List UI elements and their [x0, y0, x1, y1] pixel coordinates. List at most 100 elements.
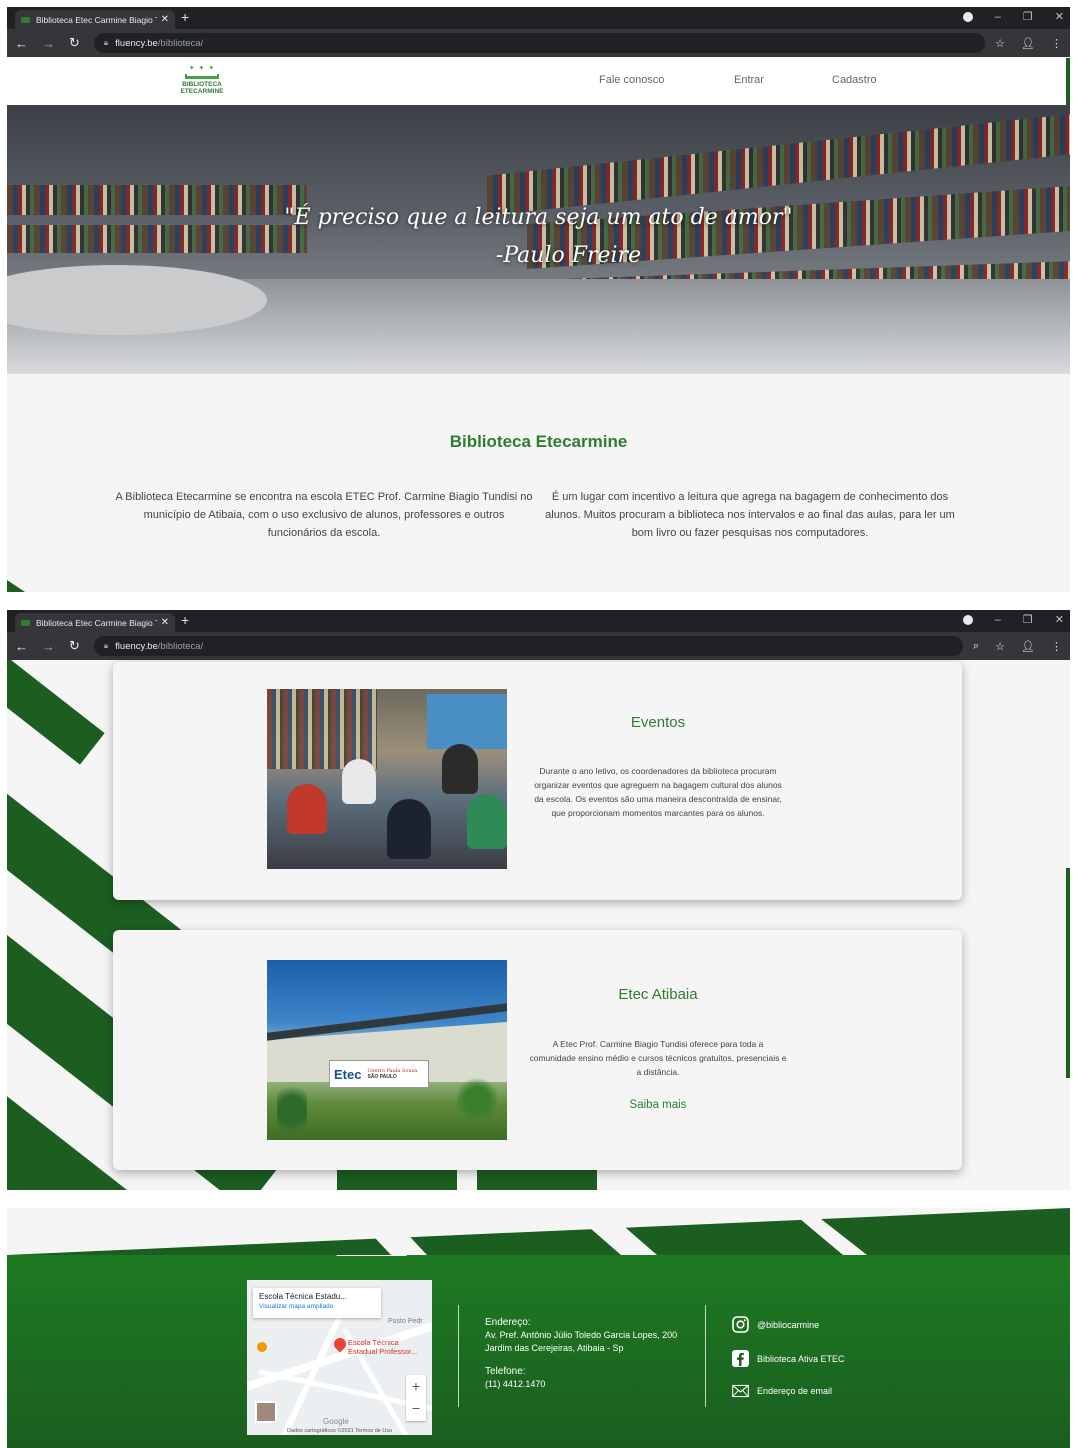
- address-label: Endereço:: [485, 1317, 531, 1328]
- logo-stars-icon: ✦ ✦ ✦: [188, 65, 216, 72]
- maximize-icon[interactable]: ❐: [1023, 613, 1033, 626]
- nav-entrar[interactable]: Entrar: [734, 74, 764, 86]
- street-view-thumbnail[interactable]: [255, 1401, 277, 1423]
- instagram-link[interactable]: @bibliocarmine: [732, 1316, 819, 1333]
- person-image: [442, 744, 478, 794]
- tab-title: Biblioteca Etec Carmine Biagio T: [36, 14, 157, 25]
- facebook-link[interactable]: Biblioteca Ativa ETEC: [732, 1350, 845, 1367]
- minimize-icon[interactable]: –: [995, 614, 1001, 626]
- card-eventos-title: Eventos: [630, 714, 686, 731]
- menu-dots-icon[interactable]: ⋮: [1051, 37, 1062, 50]
- search-icon[interactable]: ⌕: [973, 640, 979, 653]
- card-etec-text: A Etec Prof. Carmine Biagio Tundisi ofer…: [529, 1039, 787, 1077]
- map-enlarge-link[interactable]: Visualizar mapa ampliado: [259, 1303, 375, 1310]
- google-logo: Google: [323, 1417, 349, 1426]
- nav-cadastro[interactable]: Cadastro: [832, 74, 877, 86]
- decorative-triangle: [7, 580, 25, 592]
- new-tab-icon[interactable]: +: [181, 9, 189, 25]
- instagram-icon: [732, 1316, 749, 1333]
- screenshot-top: Biblioteca Etec Carmine Biagio T ✕ + – ❐…: [7, 7, 1070, 592]
- account-icon[interactable]: 👤︎: [1021, 37, 1035, 50]
- hero-banner: "É preciso que a leitura seja um ato de …: [7, 105, 1070, 374]
- footer-divider: [458, 1305, 459, 1407]
- reload-icon[interactable]: ↻: [69, 638, 80, 654]
- close-tab-icon[interactable]: ✕: [161, 617, 169, 628]
- browser-toolbar: ← → ↻ 🔒︎ fluency.be/biblioteca/ ☆ 👤︎ ⋮: [7, 29, 1070, 57]
- restaurant-pin-icon: [257, 1342, 267, 1352]
- reload-icon[interactable]: ↻: [69, 35, 80, 51]
- palm-tree-image: [277, 1080, 307, 1140]
- footer-address: Endereço: Av. Pref. Antônio Júlio Toledo…: [485, 1316, 677, 1391]
- new-tab-icon[interactable]: +: [181, 612, 189, 628]
- etec-building-photo: Etec Centro Paula Souza SÃO PAULO: [267, 960, 507, 1140]
- maximize-icon[interactable]: ❐: [1023, 10, 1033, 23]
- etec-sign: Etec Centro Paula Souza SÃO PAULO: [329, 1060, 429, 1088]
- email-text: Endereço de email: [757, 1385, 833, 1396]
- url-host: fluency.be: [115, 640, 158, 652]
- forward-icon[interactable]: →: [42, 36, 55, 51]
- lock-icon: 🔒︎: [103, 641, 109, 650]
- person-image: [342, 759, 376, 804]
- menu-dots-icon[interactable]: ⋮: [1051, 640, 1062, 653]
- bookshelf-image: [267, 689, 377, 769]
- etec-sign-state: SÃO PAULO: [367, 1074, 397, 1080]
- hero-quote-author: -Paulo Freire: [495, 243, 642, 268]
- star-icon[interactable]: ☆: [995, 640, 1005, 653]
- window-controls: – ❐ ✕: [962, 613, 1064, 626]
- google-map[interactable]: Escola Técnica Estadu... Visualizar mapa…: [247, 1280, 432, 1435]
- lock-icon: 🔒︎: [103, 38, 109, 47]
- map-pin-label-line2: Estadual Professor...: [348, 1347, 418, 1356]
- phone-label: Telefone:: [485, 1366, 526, 1377]
- address-line1: Av. Pref. Antônio Júlio Toledo Garcia Lo…: [485, 1330, 678, 1340]
- logo-text-2: ETECARMINE: [180, 88, 224, 95]
- about-text-left: A Biblioteca Etecarmine se encontra na e…: [115, 491, 533, 539]
- zoom-out-button[interactable]: −: [406, 1397, 426, 1419]
- close-tab-icon[interactable]: ✕: [161, 14, 169, 25]
- facebook-icon: [732, 1350, 749, 1367]
- address-bar[interactable]: 🔒︎ fluency.be/biblioteca/: [93, 33, 986, 53]
- nav-fale-conosco[interactable]: Fale conosco: [599, 74, 664, 86]
- browser-tab[interactable]: Biblioteca Etec Carmine Biagio T ✕: [15, 10, 175, 29]
- card-eventos: Eventos Durante o ano letivo, os coorden…: [113, 662, 962, 900]
- map-pin-label: Escola Técnica Estadual Professor...: [348, 1338, 417, 1356]
- phone-number: (11) 4412.1470: [485, 1379, 546, 1389]
- person-image: [467, 794, 507, 849]
- forward-icon[interactable]: →: [42, 639, 55, 654]
- map-attribution[interactable]: Dados cartográficos ©2021 Termos de Uso: [287, 1428, 392, 1434]
- back-icon[interactable]: ←: [15, 36, 28, 51]
- url-path: /biblioteca/: [157, 640, 204, 652]
- profile-icon[interactable]: [962, 11, 973, 22]
- zoom-in-button[interactable]: +: [406, 1375, 426, 1397]
- back-icon[interactable]: ←: [15, 639, 28, 654]
- browser-tab[interactable]: Biblioteca Etec Carmine Biagio T ✕: [15, 613, 175, 632]
- instagram-handle: @bibliocarmine: [757, 1319, 820, 1330]
- etec-sign-text: Etec: [334, 1066, 362, 1082]
- star-icon[interactable]: ☆: [995, 37, 1005, 50]
- minimize-icon[interactable]: –: [995, 11, 1001, 23]
- logo-book-icon: [185, 74, 219, 79]
- close-window-icon[interactable]: ✕: [1055, 10, 1064, 23]
- url-path: /biblioteca/: [157, 37, 204, 49]
- palm-tree-image: [457, 1075, 497, 1125]
- email-link[interactable]: Endereço de email: [732, 1382, 832, 1399]
- close-window-icon[interactable]: ✕: [1055, 613, 1064, 626]
- browser-toolbar: ← → ↻ 🔒︎ fluency.be/biblioteca/ ⌕ ☆ 👤︎ ⋮: [7, 632, 1070, 660]
- account-icon[interactable]: 👤︎: [1021, 640, 1035, 653]
- site-logo[interactable]: ✦ ✦ ✦ BIBLIOTECA ETECARMINE: [177, 65, 227, 99]
- scroll-accent: [1066, 868, 1070, 1078]
- address-bar[interactable]: 🔒︎ fluency.be/biblioteca/: [93, 636, 963, 656]
- map-info-card: Escola Técnica Estadu... Visualizar mapa…: [253, 1288, 381, 1318]
- world-map-image: [427, 694, 507, 749]
- footer-divider: [705, 1305, 706, 1407]
- map-zoom-control: + −: [406, 1375, 426, 1421]
- screenshot-middle: Biblioteca Etec Carmine Biagio T ✕ + – ❐…: [7, 610, 1070, 1190]
- window-controls: – ❐ ✕: [962, 10, 1064, 23]
- saiba-mais-link[interactable]: Saiba mais: [529, 1099, 787, 1111]
- profile-icon[interactable]: [962, 614, 973, 625]
- address-line2: Jardim das Cerejeiras, Atibaia - Sp: [485, 1343, 624, 1353]
- about-text-right: É um lugar com incentivo a leitura que a…: [545, 491, 955, 539]
- browser-tab-strip: Biblioteca Etec Carmine Biagio T ✕ + – ❐…: [7, 610, 1070, 632]
- map-poi-label: Posto Pedr: [388, 1318, 423, 1325]
- card-etec-title: Etec Atibaia: [618, 986, 698, 1003]
- site-header: ✦ ✦ ✦ BIBLIOTECA ETECARMINE Fale conosco…: [7, 58, 1070, 105]
